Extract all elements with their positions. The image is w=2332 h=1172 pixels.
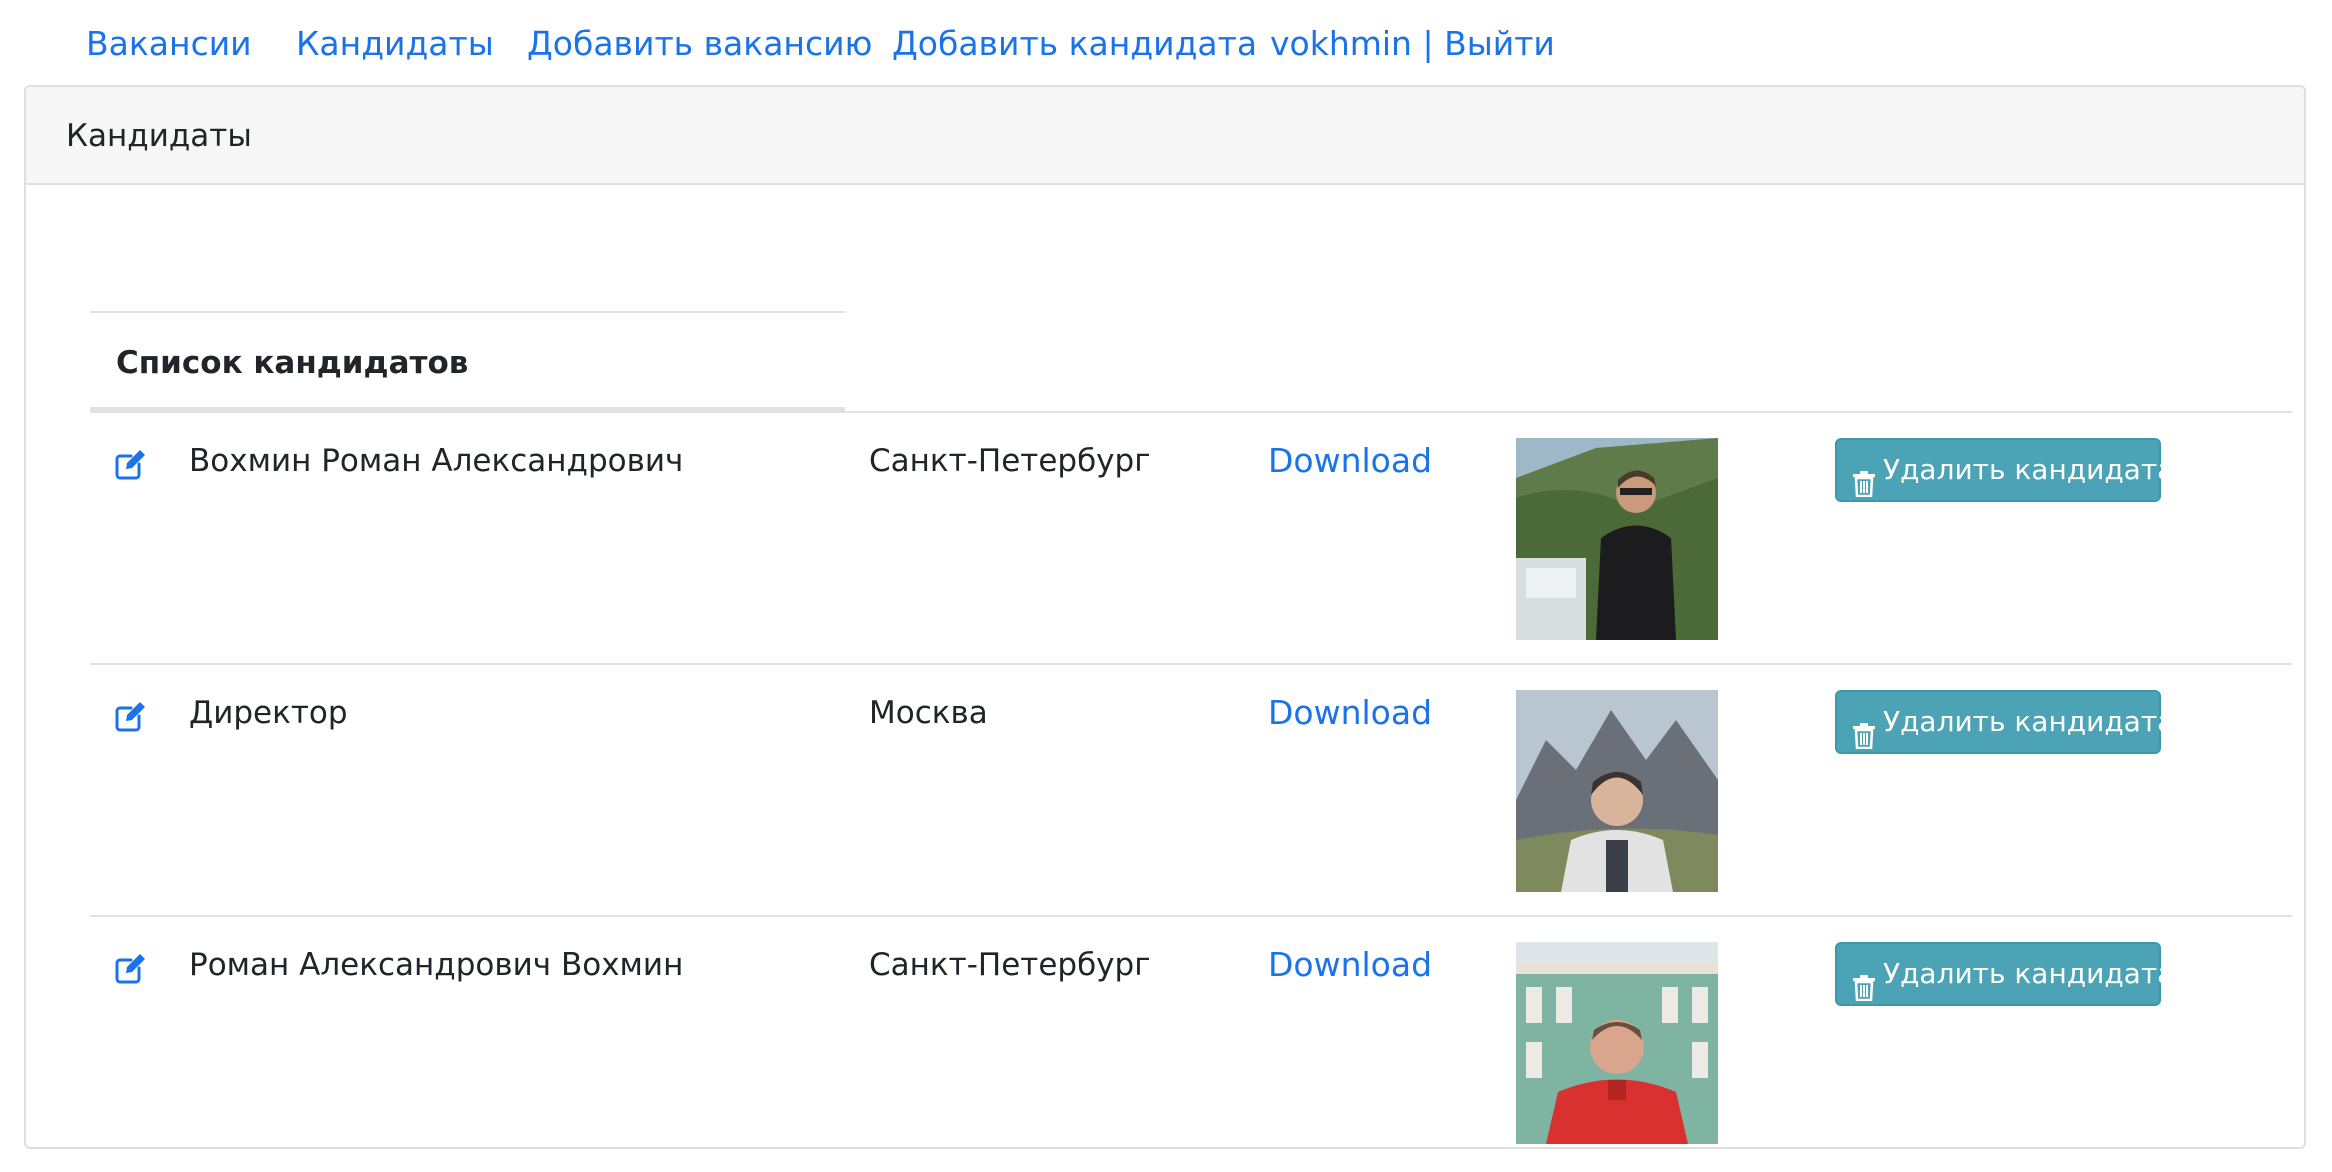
candidate-city: Санкт-Петербург: [869, 443, 1151, 479]
table-row: Вохмин Роман Александрович Санкт-Петербу…: [90, 413, 2292, 663]
top-navigation: Вакансии Кандидаты Добавить вакансию Доб…: [0, 0, 2332, 86]
trash-icon: [1853, 710, 1875, 750]
nav-link-candidates[interactable]: Кандидаты: [296, 22, 494, 66]
download-link[interactable]: Download: [1268, 693, 1432, 733]
trash-icon: [1853, 962, 1875, 1002]
delete-candidate-button[interactable]: Удалить кандидата: [1835, 942, 2174, 1006]
delete-button-label: Удалить кандидата: [1883, 453, 2175, 486]
nav-link-add-candidate[interactable]: Добавить кандидата: [892, 22, 1257, 66]
edit-icon[interactable]: [114, 699, 148, 733]
trash-icon: [1853, 458, 1875, 498]
table-header-top-border: [90, 311, 845, 313]
delete-candidate-button[interactable]: Удалить кандидата: [1835, 438, 2174, 502]
candidate-photo: [1516, 690, 1718, 892]
card-title: Кандидаты: [66, 118, 252, 154]
candidate-photo: [1516, 438, 1718, 640]
table-row: Роман Александрович Вохмин Санкт-Петербу…: [90, 917, 2292, 1147]
card-header: Кандидаты: [26, 87, 2304, 185]
candidate-city: Санкт-Петербург: [869, 947, 1151, 983]
candidate-name: Роман Александрович Вохмин: [189, 947, 684, 983]
candidate-city: Москва: [869, 695, 988, 731]
download-link[interactable]: Download: [1268, 945, 1432, 985]
edit-icon[interactable]: [114, 951, 148, 985]
table-row: Директор Москва Download Удалить кандида…: [90, 665, 2292, 915]
delete-candidate-button[interactable]: Удалить кандидата: [1835, 690, 2174, 754]
nav-link-user-logout[interactable]: vokhmin | Выйти: [1270, 22, 1555, 66]
candidate-name: Директор: [189, 695, 348, 731]
edit-icon[interactable]: [114, 447, 148, 481]
candidates-card: Кандидаты Список кандидатов Вохмин Роман…: [24, 85, 2306, 1149]
delete-button-label: Удалить кандидата: [1883, 957, 2175, 990]
nav-link-add-vacancy[interactable]: Добавить вакансию: [527, 22, 872, 66]
candidate-name: Вохмин Роман Александрович: [189, 443, 684, 479]
nav-link-vacancies[interactable]: Вакансии: [86, 22, 252, 66]
delete-button-label: Удалить кандидата: [1883, 705, 2175, 738]
download-link[interactable]: Download: [1268, 441, 1432, 481]
table-header-candidates-list: Список кандидатов: [116, 345, 469, 381]
candidate-photo: [1516, 942, 1718, 1144]
